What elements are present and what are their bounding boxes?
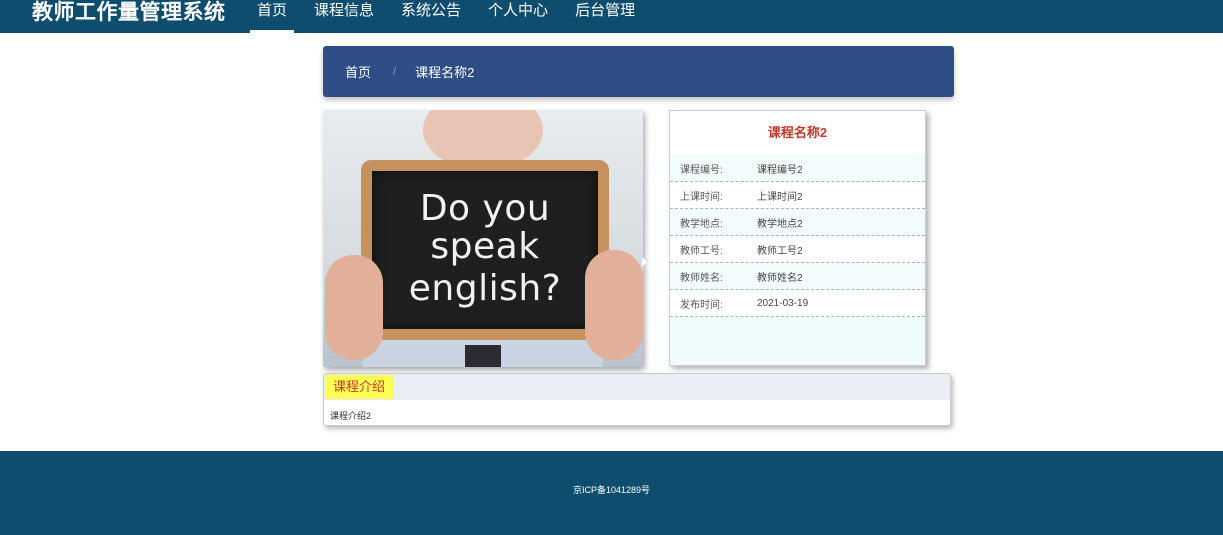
main-nav: 首页 课程信息 系统公告 个人中心 后台管理 [250,0,655,33]
breadcrumb-current: 课程名称2 [415,65,475,80]
footer: 京ICP备1041289号 [0,451,1223,535]
icp-record[interactable]: 京ICP备1041289号 [0,483,1223,496]
breadcrumb-separator: / [393,65,397,78]
nav-item-courses[interactable]: 课程信息 [307,0,381,33]
course-image: Do you speak english? [323,110,643,367]
photo-left-hand [325,255,383,360]
board-line-3: english? [408,268,562,309]
app-title[interactable]: 教师工作量管理系统 [32,0,226,25]
photo-tie [465,345,501,367]
info-row-location: 教学地点: 教学地点2 [670,209,925,236]
intro-title: 课程介绍 [325,375,394,399]
course-intro-panel: 课程介绍 课程介绍2 [323,373,951,426]
course-title: 课程名称2 [670,111,925,155]
info-label: 课程编号: [680,164,723,176]
nav-item-home[interactable]: 首页 [250,0,295,33]
info-row-class-time: 上课时间: 上课时间2 [670,182,925,209]
board-line-2: speak [430,226,540,267]
info-row-teacher-id: 教师工号: 教师工号2 [670,236,925,263]
info-row-publish-date: 发布时间: 2021-03-19 [670,290,925,317]
top-navbar: 教师工作量管理系统 首页 课程信息 系统公告 个人中心 后台管理 [0,0,1223,33]
board-line-1: Do you [419,188,551,229]
intro-content: 课程介绍2 [330,411,372,421]
chalkboard: Do you speak english? [361,160,609,340]
info-label: 教师姓名: [680,272,723,284]
photo-right-hand [585,250,643,360]
breadcrumb: 首页 / 课程名称2 [323,46,954,97]
info-value: 课程编号2 [757,164,803,176]
intro-header: 课程介绍 [324,374,950,400]
info-row-teacher-name: 教师姓名: 教师姓名2 [670,263,925,290]
info-label: 发布时间: [680,299,723,311]
info-value: 教师姓名2 [757,272,803,284]
nav-item-announcements[interactable]: 系统公告 [394,0,468,33]
info-row-course-code: 课程编号: 课程编号2 [670,155,925,182]
info-value: 教师工号2 [757,245,803,257]
info-label: 上课时间: [680,191,723,203]
info-label: 教师工号: [680,245,723,257]
mouse-cursor-icon [642,257,647,267]
info-value: 教学地点2 [757,218,803,230]
info-value: 2021-03-19 [757,297,809,309]
nav-item-profile[interactable]: 个人中心 [481,0,555,33]
nav-item-admin[interactable]: 后台管理 [568,0,642,33]
info-value: 上课时间2 [757,191,803,203]
course-detail-card: 课程名称2 课程编号: 课程编号2 上课时间: 上课时间2 教学地点: 教学地点… [669,110,926,366]
info-label: 教学地点: [680,218,723,230]
breadcrumb-home-link[interactable]: 首页 [345,62,371,81]
